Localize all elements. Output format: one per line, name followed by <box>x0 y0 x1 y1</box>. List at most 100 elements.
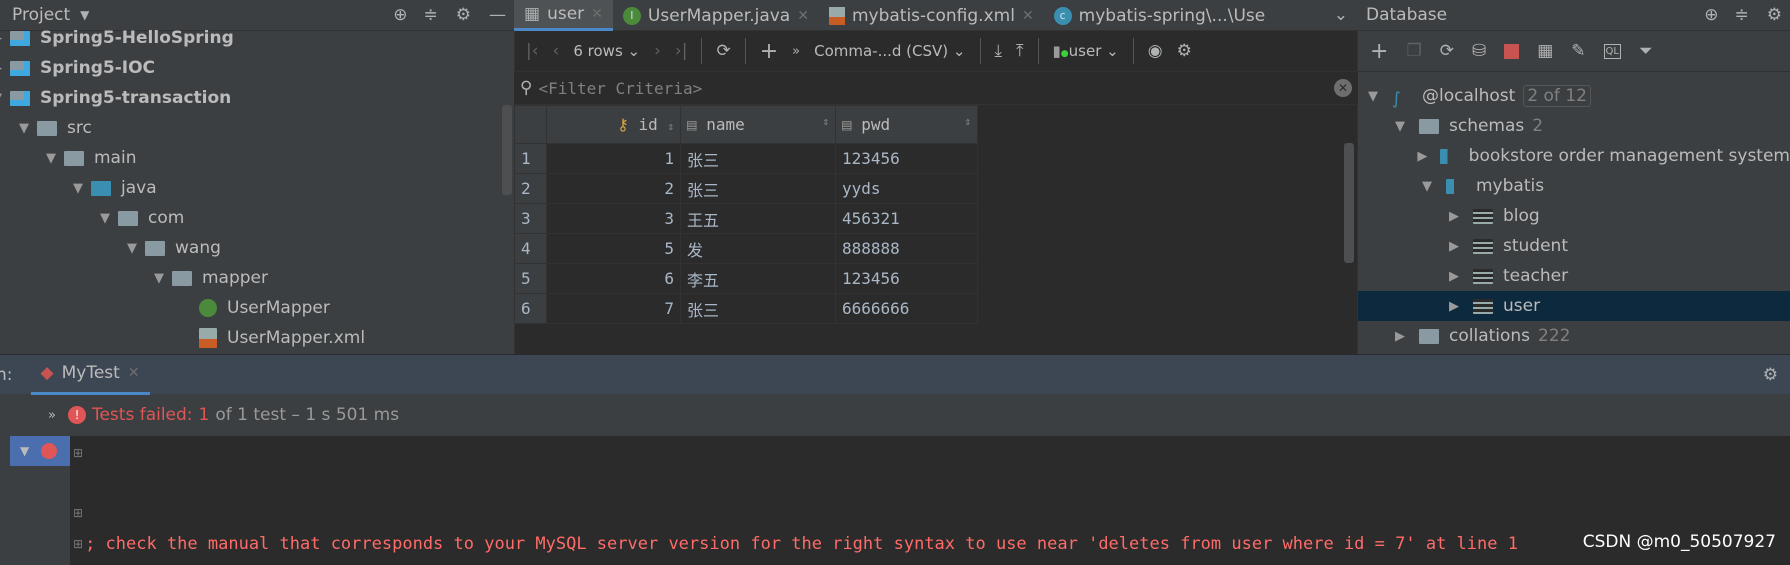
cell-pwd[interactable]: 123456 <box>835 143 978 174</box>
table-row[interactable]: 4 5 发 888888 <box>514 233 978 264</box>
gear-icon[interactable]: ⚙ <box>1763 365 1778 385</box>
table-row[interactable]: 6 7 张三 6666666 <box>514 293 978 324</box>
gear-icon[interactable]: ⚙ <box>1767 5 1782 25</box>
close-icon[interactable]: ✕ <box>1022 8 1034 24</box>
refresh-icon[interactable]: ⟳ <box>1440 41 1454 61</box>
stop-icon[interactable] <box>1504 43 1520 59</box>
add-row-icon[interactable]: + <box>760 39 778 64</box>
collapse-icon[interactable]: ≑ <box>424 5 438 25</box>
project-tree-item[interactable]: ▼ src <box>19 113 92 143</box>
add-icon[interactable]: + <box>1370 39 1388 64</box>
cell-id[interactable]: 3 <box>546 203 681 234</box>
collapsed-arrow-icon[interactable]: ▶ <box>1449 299 1467 314</box>
cell-name[interactable]: 张三 <box>680 293 836 324</box>
schema-settings-icon[interactable]: ⛁ <box>1472 41 1486 61</box>
edit-icon[interactable]: ✎ <box>1571 41 1585 61</box>
collapsed-arrow-icon[interactable]: ▶ <box>0 31 10 46</box>
refresh-icon[interactable]: ⟳ <box>716 41 730 61</box>
cell-id[interactable]: 5 <box>546 233 681 264</box>
cell-id[interactable]: 1 <box>546 143 681 174</box>
cell-pwd[interactable]: yyds <box>835 173 978 204</box>
fold-icon[interactable]: ⊞ <box>73 446 83 460</box>
more-icon[interactable]: » <box>48 408 56 423</box>
database-tree-item[interactable]: ▶ bookstore order management system <box>1358 141 1790 171</box>
expanded-arrow-icon[interactable]: ▼ <box>1368 89 1386 104</box>
tab-list-chevron-icon[interactable]: ⌄ <box>1334 0 1348 30</box>
next-page-icon[interactable]: › <box>654 41 661 61</box>
copy-icon[interactable]: ❐ <box>1406 41 1421 61</box>
expanded-arrow-icon[interactable]: ▼ <box>100 211 118 226</box>
cell-pwd[interactable]: 6666666 <box>835 293 978 324</box>
database-tree-item[interactable]: ▶ teacher <box>1358 261 1790 291</box>
format-dropdown[interactable]: Comma-...d (CSV) ⌄ <box>814 42 965 60</box>
project-tree-item[interactable]: ▼ Spring5-transaction <box>0 83 231 113</box>
first-page-icon[interactable]: |‹ <box>526 41 539 61</box>
database-tree-item[interactable]: ▼ schemas 2 <box>1358 111 1790 141</box>
filter-icon[interactable]: ⏷ <box>1639 41 1653 61</box>
cell-name[interactable]: 张三 <box>680 143 836 174</box>
more-icon[interactable]: » <box>792 44 800 59</box>
expanded-arrow-icon[interactable]: ▼ <box>0 91 10 106</box>
fold-icon[interactable]: ⊞ <box>73 506 83 520</box>
fold-icon[interactable]: ⊞ <box>73 537 83 551</box>
column-header-name[interactable]: ▤ name ⇕ <box>680 105 836 144</box>
cell-name[interactable]: 发 <box>680 233 836 264</box>
download-icon[interactable]: ⤓ <box>995 41 1003 61</box>
database-tree-item[interactable]: ▶ blog <box>1358 201 1790 231</box>
project-tree-item[interactable]: ▶ Spring5-HelloSpring <box>0 23 234 53</box>
cell-name[interactable]: 张三 <box>680 173 836 204</box>
gear-icon[interactable]: ⚙ <box>456 5 471 25</box>
column-header-pwd[interactable]: ▤ pwd ⇕ <box>835 105 978 144</box>
close-icon[interactable]: ✕ <box>797 8 809 24</box>
cell-id[interactable]: 7 <box>546 293 681 324</box>
project-tree-item[interactable]: UserMapper <box>181 293 330 323</box>
gear-icon[interactable]: ⚙ <box>1177 41 1192 61</box>
expanded-arrow-icon[interactable]: ▼ <box>127 241 145 256</box>
tab-mytest[interactable]: ◆ MyTest ✕ <box>30 355 150 395</box>
project-tree-item[interactable]: UserMapper.xml <box>181 323 365 353</box>
close-icon[interactable]: ✕ <box>591 6 603 22</box>
project-tree-item[interactable]: ▶ Spring5-IOC <box>0 53 155 83</box>
cell-pwd[interactable]: 123456 <box>835 263 978 294</box>
table-icon[interactable]: ▦ <box>1537 41 1553 61</box>
database-tree-item[interactable]: ▼ mybatis <box>1358 171 1790 201</box>
expanded-arrow-icon[interactable]: ▼ <box>19 121 37 136</box>
collapse-icon[interactable]: ≑ <box>1735 5 1749 25</box>
close-icon[interactable]: ✕ <box>128 365 140 381</box>
project-scrollbar[interactable] <box>502 105 512 195</box>
database-tree-item[interactable]: ▼ ∫ @localhost 2 of 12 <box>1358 81 1790 111</box>
expanded-arrow-icon[interactable]: ▼ <box>1422 179 1440 194</box>
cell-name[interactable]: 王五 <box>680 203 836 234</box>
tab-user[interactable]: ▦ user ✕ <box>514 0 613 31</box>
project-tree-item[interactable]: ▼ java <box>73 173 157 203</box>
minimize-icon[interactable]: — <box>489 5 506 25</box>
database-tree-item[interactable]: ▶ student <box>1358 231 1790 261</box>
eye-icon[interactable]: ◉ <box>1148 41 1163 61</box>
tab-usermapper-java[interactable]: I UserMapper.java ✕ <box>613 0 819 31</box>
filter-input[interactable]: <Filter Criteria> <box>538 79 702 98</box>
test-tree-root[interactable]: ▼ <box>10 436 70 466</box>
column-header-id[interactable]: ⚷ id ⇕ <box>546 105 681 144</box>
table-row[interactable]: 1 1 张三 123456 <box>514 143 978 174</box>
table-row[interactable]: 5 6 李五 123456 <box>514 263 978 294</box>
project-title[interactable]: Project <box>12 5 70 25</box>
expanded-arrow-icon[interactable]: ▼ <box>1395 119 1413 134</box>
locate-icon[interactable]: ⊕ <box>1704 5 1718 25</box>
tab-mybatis-spring[interactable]: c mybatis-spring\...\Use <box>1044 0 1276 31</box>
collapsed-arrow-icon[interactable]: ▶ <box>1395 329 1413 344</box>
console-icon[interactable]: QL <box>1603 43 1621 59</box>
chevron-down-icon[interactable]: ▼ <box>80 8 89 22</box>
project-tree-item[interactable]: ▼ mapper <box>154 263 268 293</box>
tab-mybatis-config[interactable]: mybatis-config.xml ✕ <box>819 0 1044 31</box>
expanded-arrow-icon[interactable]: ▼ <box>154 271 172 286</box>
database-tree-item[interactable]: ▶ user <box>1358 291 1790 321</box>
prev-page-icon[interactable]: ‹ <box>553 41 560 61</box>
collapsed-arrow-icon[interactable]: ▶ <box>1449 239 1467 254</box>
expanded-arrow-icon[interactable]: ▼ <box>73 181 91 196</box>
cell-name[interactable]: 李五 <box>680 263 836 294</box>
clear-icon[interactable]: ✕ <box>1334 79 1352 97</box>
filter-bar[interactable]: ⚲ <Filter Criteria> ✕ <box>514 72 1358 105</box>
database-tree-item[interactable]: ▶ collations 222 <box>1358 321 1790 351</box>
cell-pwd[interactable]: 888888 <box>835 233 978 264</box>
project-tree-item[interactable]: ▼ wang <box>127 233 221 263</box>
